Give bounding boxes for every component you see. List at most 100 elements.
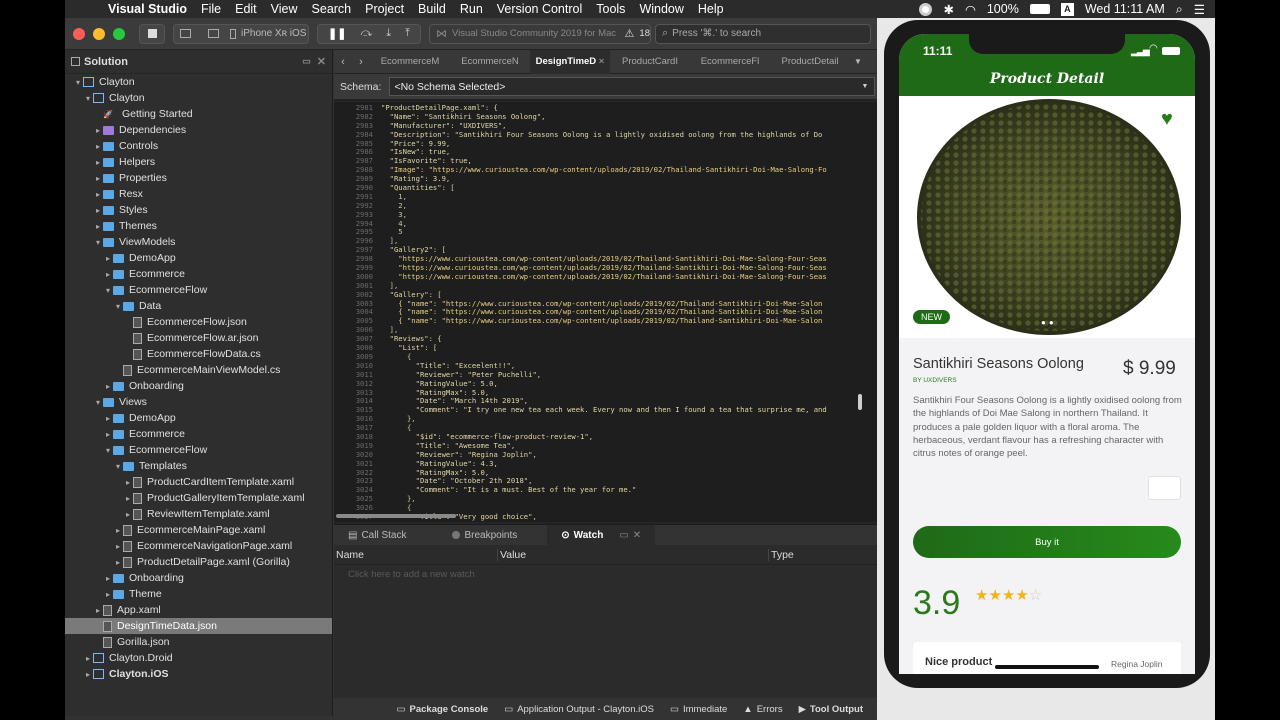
menu-edit[interactable]: Edit [228,2,264,16]
schema-dropdown[interactable]: <No Schema Selected> ▼ [389,77,876,96]
package-console-button[interactable]: ▭ Package Console [397,704,489,715]
solution-tree-item[interactable]: ▸ Controls [65,138,332,154]
watch-options-icon[interactable]: ▭ [619,530,628,541]
immediate-button[interactable]: ▭ Immediate [670,704,727,715]
solution-tree-item[interactable]: ▸ Onboarding [65,378,332,394]
solution-tree-item[interactable]: ▸ Clayton.iOS [65,666,332,682]
tab-call-stack[interactable]: ▤ Call Stack [334,530,420,541]
menu-app-name[interactable]: Visual Studio [101,2,194,16]
solution-tree-item[interactable]: ▾ Clayton [65,90,332,106]
warning-count[interactable]: 18 [639,28,650,39]
step-out-icon[interactable]: ⤒ [405,27,410,40]
warning-icon[interactable]: ⚠ [625,27,635,40]
solution-tree-item[interactable]: ▸ Dependencies [65,122,332,138]
gallery-page-dots[interactable]: ●● [1041,318,1057,327]
editor-vertical-scrollbar[interactable] [858,394,862,410]
menu-project[interactable]: Project [358,2,411,16]
json-code-editor[interactable]: 2981 "ProductDetailPage.xaml": {2982 "Nam… [334,102,877,522]
solution-tree-item[interactable]: ▸ Onboarding [65,570,332,586]
review-card[interactable]: Nice product Regina Joplin [913,642,1181,674]
solution-tree-item[interactable]: ▾ Data [65,298,332,314]
solution-tree-item[interactable]: Gorilla.json [65,634,332,650]
tab-close-icon[interactable]: × [596,56,605,67]
solution-tree-item[interactable]: ▾ ViewModels [65,234,332,250]
wifi-icon[interactable]: ◠ [965,2,976,17]
expanded-arrow-icon[interactable]: ▾ [93,238,103,247]
solution-tree-item[interactable]: ▸ Ecommerce [65,266,332,282]
step-into-icon[interactable]: ⤓ [386,27,391,40]
pause-icon[interactable]: ❚❚ [328,27,346,40]
add-watch-hint[interactable]: Click here to add a new watch [334,565,877,580]
pad-options-icon[interactable]: ▭ [302,56,311,67]
tab-ecommerce-main[interactable]: EcommerceM [370,56,450,67]
menu-build[interactable]: Build [411,2,453,16]
collapsed-arrow-icon[interactable]: ▸ [93,190,103,199]
collapsed-arrow-icon[interactable]: ▸ [103,382,113,391]
collapsed-arrow-icon[interactable]: ▸ [103,574,113,583]
watch-close-icon[interactable]: ✕ [633,530,641,541]
solution-tree-item[interactable]: ▸ Theme [65,586,332,602]
collapsed-arrow-icon[interactable]: ▸ [113,558,123,567]
tab-product-card[interactable]: ProductCardI [610,56,690,67]
menubar-clock[interactable]: Wed 11:11 AM [1085,2,1165,16]
zoom-window-button[interactable] [113,27,125,40]
menu-tools[interactable]: Tools [589,2,632,16]
solution-tree-item[interactable]: ▸ ProductGalleryItemTemplate.xaml [65,490,332,506]
menu-search[interactable]: Search [305,2,359,16]
solution-tree-item[interactable]: ▸ App.xaml [65,602,332,618]
collapsed-arrow-icon[interactable]: ▸ [93,222,103,231]
input-source-icon[interactable]: A [1060,2,1074,16]
solution-tree-item[interactable]: EcommerceFlow.json [65,314,332,330]
col-type[interactable]: Type [769,549,794,561]
expanded-arrow-icon[interactable]: ▾ [113,462,123,471]
bluetooth-icon[interactable]: ✱ [943,2,953,17]
collapsed-arrow-icon[interactable]: ▸ [93,158,103,167]
minimize-window-button[interactable] [93,27,105,40]
solution-tree-item[interactable]: ▾ EcommerceFlow [65,442,332,458]
tab-ecommerce-flow[interactable]: EcommerceFl [690,56,770,67]
collapsed-arrow-icon[interactable]: ▸ [93,142,103,151]
expanded-arrow-icon[interactable]: ▾ [113,302,123,311]
collapsed-arrow-icon[interactable]: ▸ [103,270,113,279]
col-name[interactable]: Name [334,548,498,561]
solution-tree-item[interactable]: DesignTimeData.json [65,618,332,634]
favorite-heart-icon[interactable]: ♥ [1161,108,1173,131]
stop-button[interactable] [139,23,165,44]
solution-tree-item[interactable]: ▸ Styles [65,202,332,218]
battery-percent[interactable]: 100% [987,2,1019,16]
collapsed-arrow-icon[interactable]: ▸ [83,670,93,679]
solution-tree-item[interactable]: EcommerceFlowData.cs [65,346,332,362]
solution-tree-item[interactable]: ▾ Clayton [65,74,332,90]
collapsed-arrow-icon[interactable]: ▸ [103,590,113,599]
step-over-icon[interactable]: ⤼ [360,27,372,40]
tab-product-detail[interactable]: ProductDetail [770,56,850,67]
solution-tree-item[interactable]: ▸ ProductDetailPage.xaml (Gorilla) [65,554,332,570]
expanded-arrow-icon[interactable]: ▾ [73,78,83,87]
collapsed-arrow-icon[interactable]: ▸ [83,654,93,663]
collapsed-arrow-icon[interactable]: ▸ [93,126,103,135]
collapsed-arrow-icon[interactable]: ▸ [103,254,113,263]
collapsed-arrow-icon[interactable]: ▸ [103,430,113,439]
tab-watch[interactable]: ⊙ Watch ▭ ✕ [547,525,656,545]
collapsed-arrow-icon[interactable]: ▸ [93,174,103,183]
errors-button[interactable]: ▲ Errors [743,704,782,715]
solution-tree-item[interactable]: ▸ Themes [65,218,332,234]
menu-run[interactable]: Run [453,2,490,16]
solution-tree-item[interactable]: ▸ ProductCardItemTemplate.xaml [65,474,332,490]
solution-tree-item[interactable]: ▸ Ecommerce [65,426,332,442]
user-status-icon[interactable] [919,2,933,16]
tab-design-time-data[interactable]: DesignTimeD × [530,49,610,74]
solution-tree-item[interactable]: ▸ Helpers [65,154,332,170]
spotlight-search-icon[interactable]: ⌕ [1176,2,1183,17]
collapsed-arrow-icon[interactable]: ▸ [103,414,113,423]
solution-tree-item[interactable]: ▸ ReviewItemTemplate.xaml [65,506,332,522]
global-search-field[interactable]: ⌕ Press '⌘.' to search [655,23,871,44]
collapsed-arrow-icon[interactable]: ▸ [123,478,133,487]
quantity-picker[interactable] [1148,476,1181,500]
solution-tree-item[interactable]: ▸ DemoApp [65,410,332,426]
home-indicator[interactable] [995,665,1099,669]
menu-file[interactable]: File [194,2,228,16]
tab-overflow-icon[interactable]: ▼ [854,57,862,66]
collapsed-arrow-icon[interactable]: ▸ [93,606,103,615]
collapsed-arrow-icon[interactable]: ▸ [113,542,123,551]
